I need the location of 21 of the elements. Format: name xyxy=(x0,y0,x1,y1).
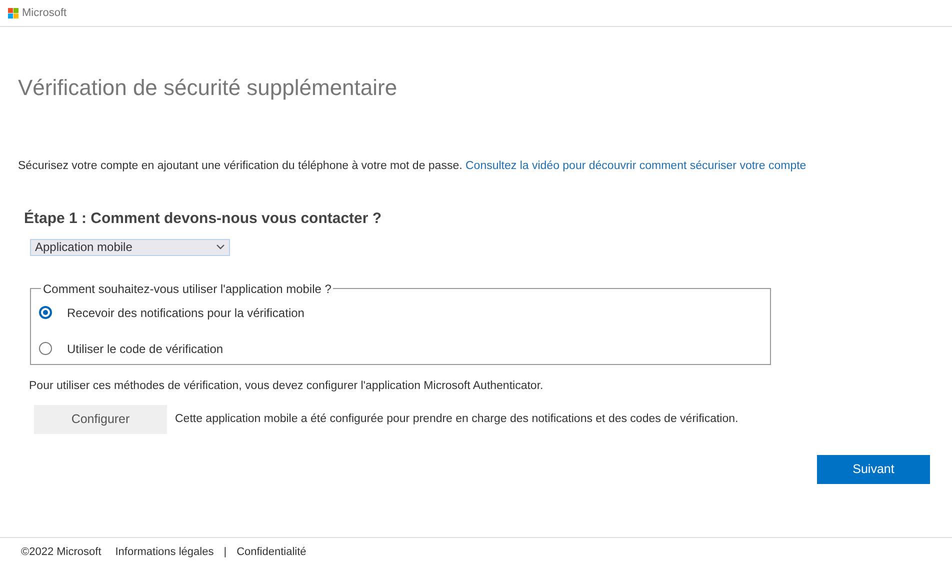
video-link[interactable]: Consultez la vidéo pour découvrir comment sécuriser votre compte xyxy=(466,160,806,172)
setup-note: Pour utiliser ces méthodes de vérification, vous devez configurer l'application Microsoft Authenticator. xyxy=(29,378,544,394)
copyright-text: ©2022 Microsoft xyxy=(21,545,102,560)
intro-text: Sécurisez votre compte en ajoutant une vérification du téléphone à votre mot de passe. Consultez la vidéo pour découvrir comment sécuriser votre compte xyxy=(18,159,806,174)
next-button[interactable]: Suivant xyxy=(817,455,930,484)
legal-link[interactable]: Informations légales xyxy=(115,544,214,561)
radio-option[interactable]: Utiliser le code de vérification xyxy=(39,340,224,358)
chevron-icon xyxy=(216,244,225,250)
radio-selected[interactable] xyxy=(39,306,52,320)
radio-unselected[interactable] xyxy=(39,342,52,356)
contact-select[interactable]: Application mobile xyxy=(30,238,230,256)
step-heading: Étape 1 : Comment devons-nous vous contacter ? xyxy=(24,208,382,230)
usage-legend: Comment souhaitez-vous utiliser l'application mobile ? xyxy=(41,280,334,298)
configure-status: Cette application mobile a été configurée pour prendre en charge des notifications et des codes de vérification. xyxy=(175,412,738,427)
footer-separator: | xyxy=(224,545,227,560)
radio-option[interactable]: Recevoir des notifications pour la vérification xyxy=(39,304,304,322)
page-title: Vérification de sécurité supplémentaire xyxy=(18,74,398,102)
brand-name: Microsoft xyxy=(22,6,67,21)
configure-button[interactable]: Configurer xyxy=(34,405,167,434)
privacy-link[interactable]: Confidentialité xyxy=(236,544,306,561)
logo-icon xyxy=(8,8,19,18)
